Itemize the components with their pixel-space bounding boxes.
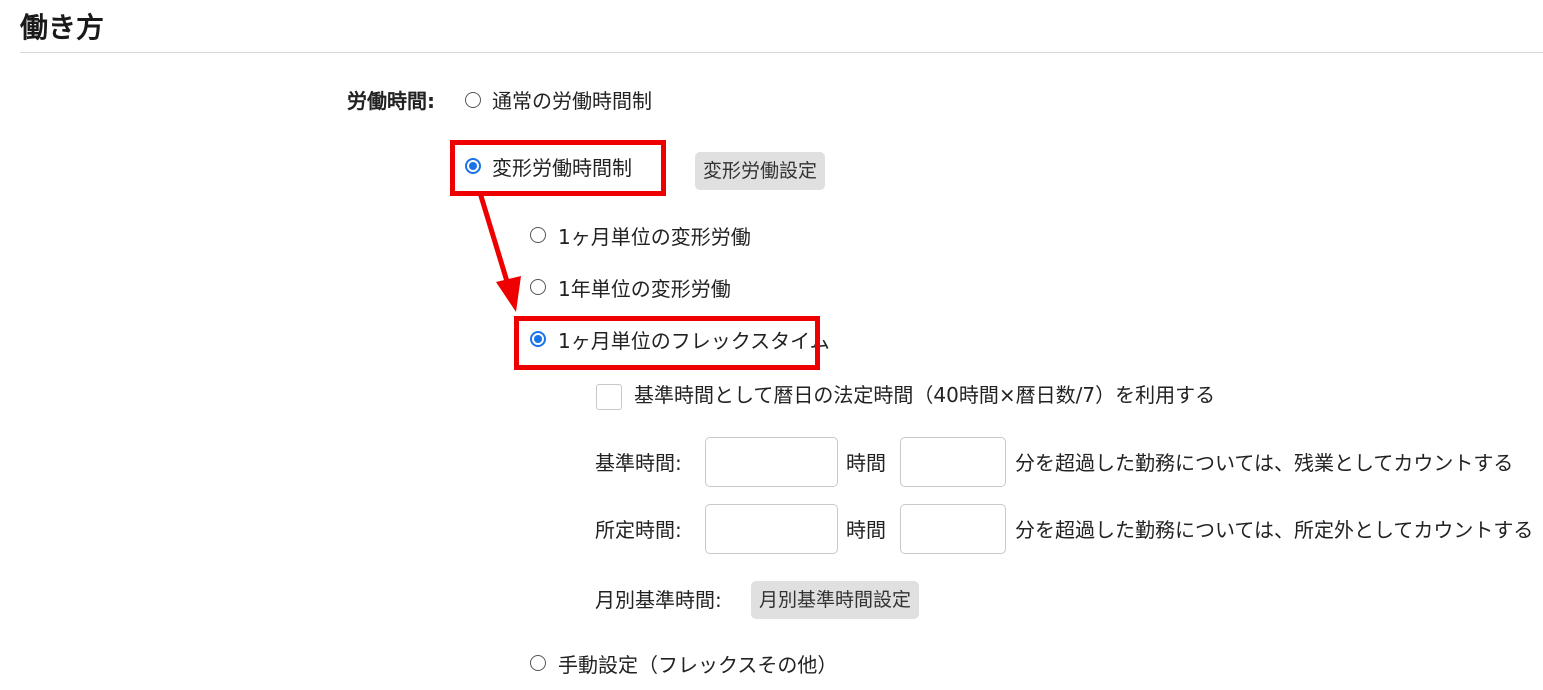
section-divider	[20, 52, 1543, 53]
scheduled-time-hours-input[interactable]	[705, 504, 838, 554]
section-title: 働き方	[20, 11, 105, 44]
scheduled-time-suffix: 分を超過した勤務については、所定外としてカウントする	[1015, 518, 1534, 542]
scheduled-time-minutes-input[interactable]	[900, 504, 1006, 554]
radio-label: 1ヶ月単位のフレックスタイム	[558, 329, 830, 353]
radio-button[interactable]	[530, 655, 546, 671]
radio-label: 通常の労働時間制	[492, 89, 652, 113]
standard-time-suffix: 分を超過した勤務については、残業としてカウントする	[1015, 451, 1514, 475]
radio-label: 変形労働時間制	[492, 156, 632, 180]
scheduled-time-hours-unit: 時間	[846, 518, 886, 542]
standard-time-hours-input[interactable]	[705, 437, 838, 487]
scheduled-time-label: 所定時間:	[595, 518, 682, 542]
legal-hours-checkbox[interactable]	[596, 384, 622, 410]
variable-work-settings-button[interactable]: 変形労働設定	[695, 152, 826, 190]
legal-hours-checkbox-label: 基準時間として暦日の法定時間（40時間×暦日数/7）を利用する	[634, 383, 1216, 407]
radio-label: 1年単位の変形労働	[558, 277, 731, 301]
standard-time-hours-unit: 時間	[846, 451, 886, 475]
radio-button[interactable]	[465, 92, 481, 108]
monthly-standard-time-label: 月別基準時間:	[595, 588, 722, 612]
radio-button[interactable]	[530, 279, 546, 295]
radio-label: 手動設定（フレックスその他）	[558, 653, 838, 677]
radio-label: 1ヶ月単位の変形労働	[558, 225, 751, 249]
monthly-standard-time-settings-button[interactable]: 月別基準時間設定	[751, 581, 920, 619]
radio-button[interactable]	[530, 227, 546, 243]
radio-button[interactable]	[530, 331, 546, 347]
radio-button[interactable]	[465, 158, 481, 174]
standard-time-label: 基準時間:	[595, 451, 682, 475]
working-hours-label: 労働時間:	[347, 89, 435, 113]
standard-time-minutes-input[interactable]	[900, 437, 1006, 487]
